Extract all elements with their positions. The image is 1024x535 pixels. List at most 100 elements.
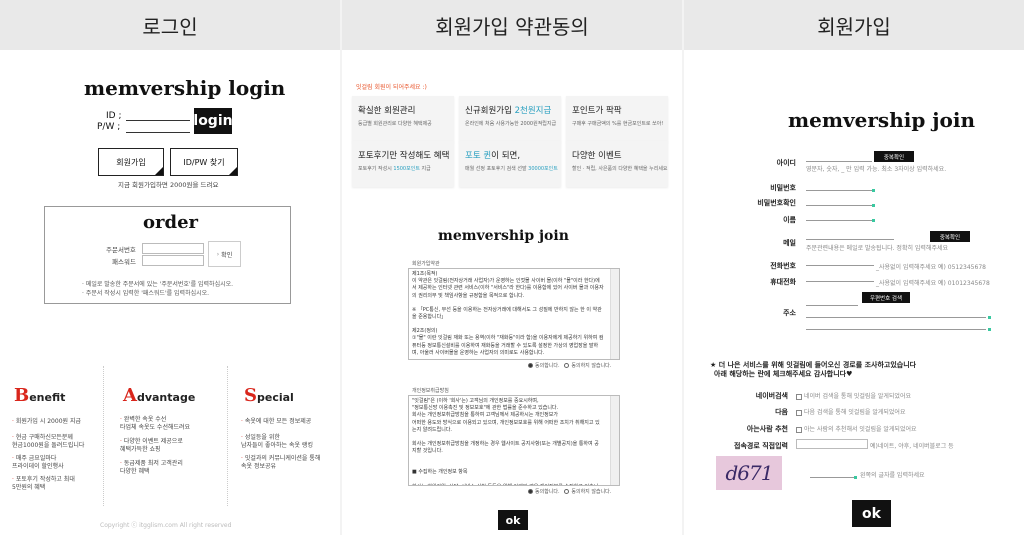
order-no-input[interactable]: [142, 243, 204, 254]
order-note-2: · 주문서 작성시 입력한 '패스워드'를 입력하십시오.: [82, 290, 210, 297]
password-confirm-label: 비밀번호확인: [757, 199, 796, 207]
disagree-radio[interactable]: [564, 489, 570, 494]
survey-referral-option[interactable]: 아는 사람의 추천해서 잇걸림을 알게되었어요: [796, 424, 917, 433]
text-line: [412, 434, 607, 441]
find-id-pw-button[interactable]: ID/PW 찾기: [170, 148, 238, 176]
feature-title: 포인트가 팍팍: [572, 106, 622, 116]
zipcode-input[interactable]: [806, 296, 858, 306]
text-line: 퓨터등 정보통신설비를 이용하여 재화등을 거래할 수 있도록 설정한 가상의 …: [412, 342, 599, 349]
mobile-hint: _사용없이 입력해주세요 예) 01012345678: [876, 280, 990, 287]
survey-daum-option[interactable]: 다음 검색을 통해 잇걸림을 알게되었어요: [796, 407, 905, 416]
survey-direct-input[interactable]: [796, 439, 868, 449]
checkbox[interactable]: [796, 393, 802, 400]
advantage-item: 다양한 이벤트 제공으로 혜택가득한 쇼핑: [120, 438, 183, 454]
mobile-label: 휴대전화: [770, 278, 796, 286]
login-header: 로그인: [0, 0, 340, 50]
captcha-text: d671: [725, 461, 774, 485]
login-title: memvership login: [84, 76, 286, 100]
benefit-heading: Benefit: [14, 385, 66, 406]
name-label: 이름: [783, 216, 796, 224]
corner-mark-icon: [229, 167, 237, 175]
name-input[interactable]: [806, 211, 872, 221]
privacy-scrollbox[interactable]: "잇걸림"은 (이하 '회사'는) 고객님의 개인정보를 중요시하며, "정보통신…: [408, 395, 620, 486]
email-check-button[interactable]: 중복확인: [930, 231, 970, 242]
text-line: 서 제공하는 인터넷 관련 서비스(이하 "서비스"라 한다)를 이용함에 있어…: [412, 285, 604, 292]
phone-input[interactable]: [806, 256, 874, 266]
terms-header: 회원가입 약관동의: [342, 0, 682, 50]
checkbox[interactable]: [796, 426, 802, 433]
text-line: [412, 357, 607, 359]
text-line: [412, 321, 607, 328]
feature-card: 포토후기만 작성해도 혜택 포토후기 작성시 1500포인트 지급: [352, 141, 454, 187]
text-line: ■ 수집하는 개인정보 항목: [412, 469, 468, 476]
text-line: 의 권리의무 및 책임사항을 규정함을 목적으로 합니다.: [412, 292, 525, 299]
arrow-right-icon: ›: [216, 250, 220, 258]
userid-check-button[interactable]: 중복확인: [874, 151, 914, 162]
pw-label: P/W ;: [97, 122, 121, 132]
address-label: 주소: [783, 309, 796, 317]
zipcode-search-button[interactable]: 우편번호 검색: [862, 292, 910, 303]
text-line: ①"몰" 이란 잇걸림 재화 또는 용역(이하 "재화등"이라 함)을 이용자에…: [412, 335, 604, 342]
pw-input[interactable]: [126, 122, 190, 133]
agree-radio[interactable]: [528, 363, 533, 368]
benefit-item: 현금 구매하신모든분께 현금1000원을 돌려드립니다: [12, 434, 84, 450]
survey-subtitle: 아래 해당하는 란에 체크해주세요 감사합니다♥: [714, 370, 853, 378]
password-input[interactable]: [806, 181, 872, 191]
bonus-note: 지금 회원가입하면 2000원을 드려요: [118, 181, 219, 189]
email-label: 메일: [783, 239, 796, 247]
advantage-item: 완벽한 속옷 수선 타업체 속옷도 수선해드려요: [120, 416, 190, 432]
captcha-input[interactable]: [810, 468, 854, 478]
order-password-input[interactable]: [142, 255, 204, 266]
join-header: 회원가입: [684, 0, 1024, 50]
userid-input[interactable]: [806, 152, 872, 162]
feature-title: 다양한 이벤트: [572, 151, 622, 161]
join-button[interactable]: 회원가입: [98, 148, 164, 176]
text-line: 는지 알려드립니다.: [412, 426, 452, 433]
confirm-label: 확인: [221, 251, 233, 259]
password-confirm-input[interactable]: [806, 196, 872, 206]
terms-join-title: memvership join: [438, 228, 569, 244]
order-password-label: 패스워드: [112, 258, 136, 266]
login-panel: 로그인 memvership login ID ; P/W ; login 회원…: [0, 0, 340, 535]
survey-direct-label: 접속경로 직접입력: [734, 442, 788, 450]
order-confirm-button[interactable]: › 확인: [208, 241, 241, 267]
feature-card: 확실한 회원관리 등급별 회원관리로 다양한 혜택제공: [352, 96, 454, 142]
copyright: Copyright ⓒ itgglism.com All right reser…: [100, 522, 232, 529]
feature-title: 포토후기만 작성해도 혜택: [358, 151, 450, 161]
join-ok-button[interactable]: ok: [852, 500, 891, 527]
phone-hint: _사용없이 입력해주세요 예) 0512345678: [876, 264, 986, 271]
terms-intro: 잇걸림 회원이 되어주세요 :): [356, 84, 427, 91]
checkbox[interactable]: [796, 409, 802, 416]
text-line: 회사는 회원가입, 상담, 서비스 신청 등등을 위해 아래와 같은 개인정보를…: [412, 484, 607, 485]
privacy-box-title: 개인정보취급방침: [412, 388, 449, 394]
id-input[interactable]: [126, 110, 190, 121]
email-input[interactable]: [806, 230, 894, 240]
scrollbar[interactable]: [610, 396, 619, 485]
scrollbar[interactable]: [610, 269, 619, 359]
address1-input[interactable]: [806, 308, 986, 318]
terms-scrollbox[interactable]: 제1조(목적) 이 약관은 잇걸림(전자상거래 사업자)가 운영하는 인젓몰 사이…: [408, 268, 620, 360]
captcha-image: d671: [716, 456, 782, 490]
password-label: 비밀번호: [770, 184, 796, 192]
feature-card: 포토 퀸이 되면, 매월 선정 포토후기 검색 선발 30000포인트: [459, 141, 561, 187]
survey-naver-option[interactable]: 네이버 검색을 통해 잇걸림을 알게되었어요: [796, 391, 911, 400]
feature-card: 신규회원가입 2천원지급 온라인에 처음 사용가능한 2000원적립지급: [459, 96, 561, 142]
benefit-item: 매주 금요일마다 프라이데이 할인행사: [12, 455, 64, 471]
agree-radio[interactable]: [528, 489, 533, 494]
terms-agree-row: 동의합니다. 동의하지 않습니다.: [528, 362, 611, 369]
special-item: 속옷에 대한 모든 정보제공: [241, 418, 311, 426]
userid-hint: 영문자, 숫자, _ 만 입력 가능. 최소 3자이상 입력하세요.: [806, 166, 947, 173]
text-line: [412, 477, 607, 484]
privacy-text: "잇걸림"은 (이하 '회사'는) 고객님의 개인정보를 중요시하며, "정보통신…: [412, 398, 607, 485]
address2-input[interactable]: [806, 320, 986, 330]
terms-text: 제1조(목적) 이 약관은 잇걸림(전자상거래 사업자)가 운영하는 인젓몰 사이…: [412, 271, 607, 359]
login-button[interactable]: login: [193, 108, 233, 134]
join-title: memvership join: [788, 108, 975, 132]
terms-ok-button[interactable]: ok: [498, 510, 528, 530]
mobile-input[interactable]: [806, 272, 874, 282]
disagree-radio[interactable]: [564, 363, 570, 368]
survey-naver-label: 네이버검색: [755, 392, 788, 400]
order-no-label: 주문서번호: [106, 246, 136, 254]
divider-line: [103, 366, 104, 506]
feature-desc: 매월 선정 포토후기 검색 선발 30000포인트: [465, 166, 558, 172]
